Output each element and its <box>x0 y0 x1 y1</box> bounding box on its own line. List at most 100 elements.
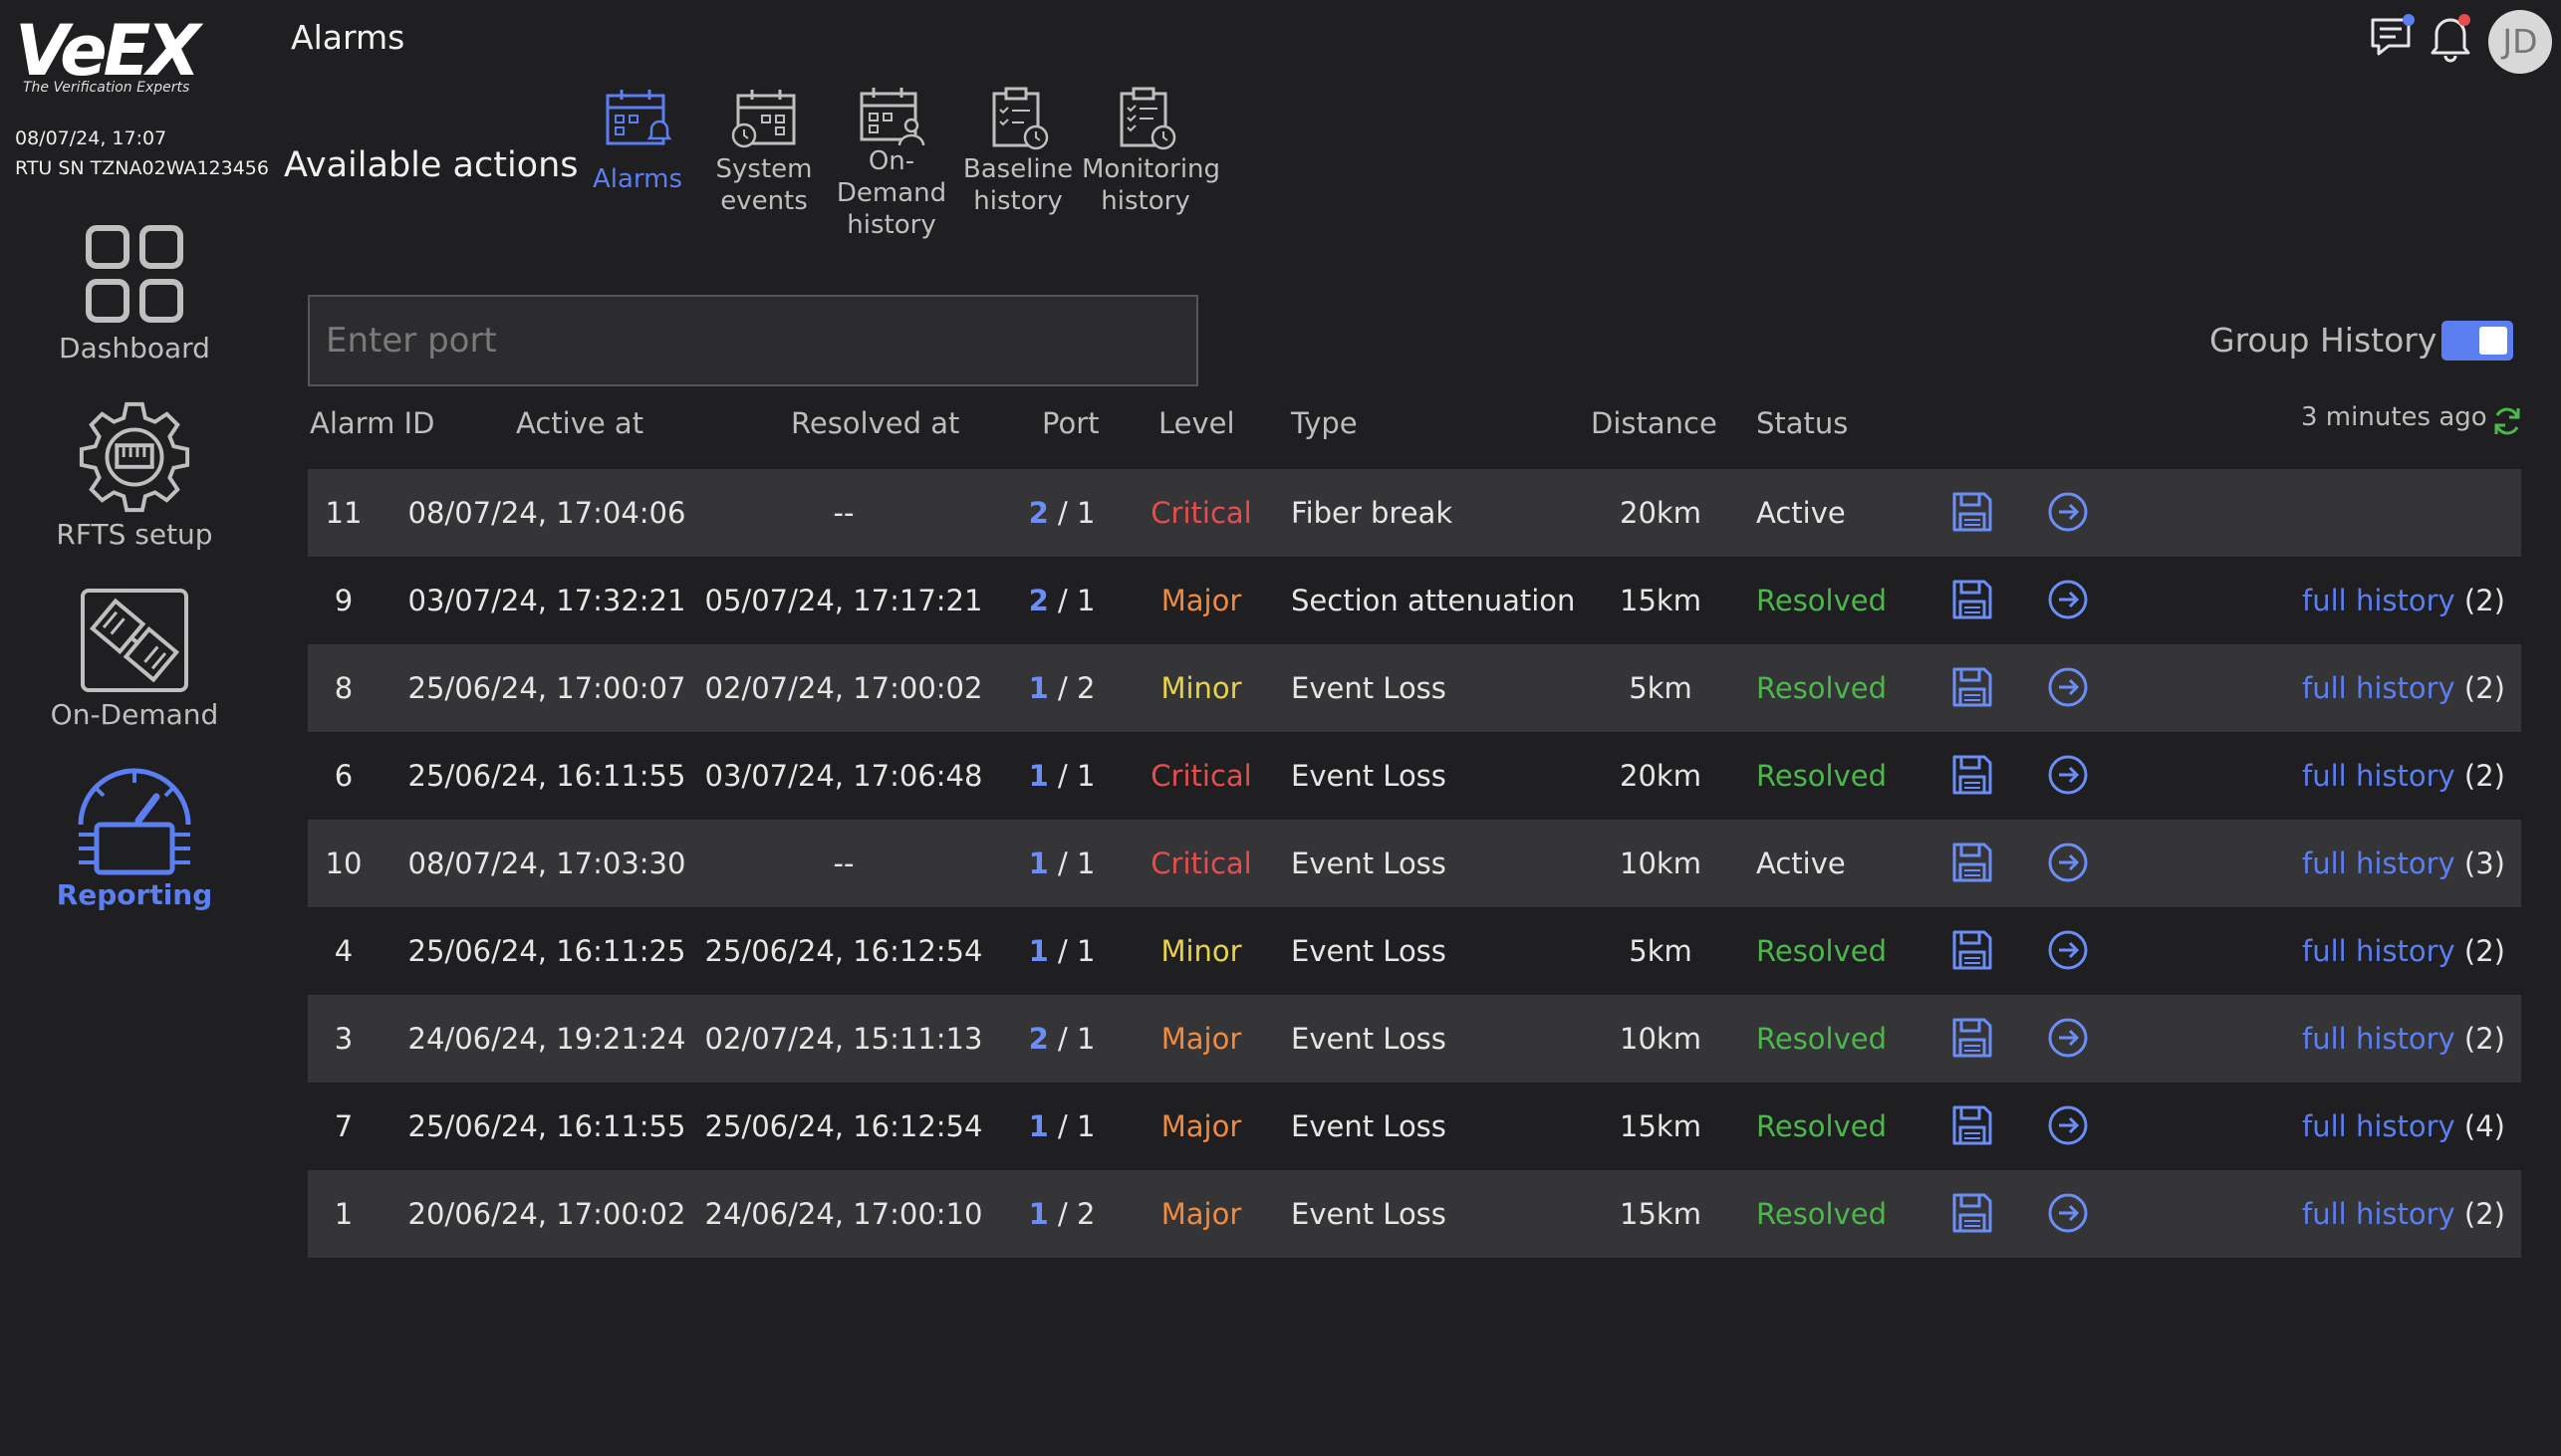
port-number[interactable]: 1 <box>1029 847 1049 880</box>
port-search-input[interactable] <box>308 295 1198 386</box>
full-history-link[interactable]: full history (2) <box>2302 995 2505 1083</box>
go-to-icon[interactable] <box>2047 491 2089 537</box>
action-label: Demand <box>836 178 947 208</box>
bell-icon[interactable] <box>2427 12 2474 64</box>
history-count: (2) <box>2463 1022 2505 1056</box>
go-to-icon[interactable] <box>2047 1104 2089 1150</box>
port-number[interactable]: 2 <box>1029 496 1049 530</box>
save-icon[interactable] <box>1951 754 1993 800</box>
sidebar-item-rfts-setup[interactable]: RFTS setup <box>0 398 269 551</box>
port-number[interactable]: 1 <box>1029 1197 1049 1231</box>
full-history-link[interactable]: full history (2) <box>2302 1170 2505 1258</box>
action-alarms[interactable]: Alarms <box>574 86 701 195</box>
action-label: System <box>715 154 813 184</box>
full-history-link[interactable]: full history (2) <box>2302 907 2505 995</box>
port: 1 / 2 <box>1015 1170 1109 1258</box>
col-active-at[interactable]: Active at <box>516 406 643 440</box>
port: 2 / 1 <box>1015 557 1109 644</box>
port-number[interactable]: 2 <box>1029 1022 1049 1056</box>
history-count: (3) <box>2463 847 2505 880</box>
distance: 15km <box>1620 584 1701 617</box>
port-slot: / 1 <box>1057 847 1096 880</box>
save-icon[interactable] <box>1951 929 1993 975</box>
level: Critical <box>1151 759 1252 793</box>
save-icon[interactable] <box>1951 842 1993 887</box>
table-row[interactable]: 3 24/06/24, 19:21:24 02/07/24, 15:11:13 2 /… <box>308 995 2521 1083</box>
full-history-label[interactable]: full history <box>2302 1197 2455 1231</box>
table-row[interactable]: 1 20/06/24, 17:00:02 24/06/24, 17:00:10 1 /… <box>308 1170 2521 1258</box>
full-history-label[interactable]: full history <box>2302 671 2455 705</box>
table-row[interactable]: 8 25/06/24, 17:00:07 02/07/24, 17:00:02 1 /… <box>308 644 2521 732</box>
go-to-icon[interactable] <box>2047 666 2089 712</box>
full-history-link[interactable]: full history (4) <box>2302 1083 2505 1170</box>
action-on-demand-history[interactable]: On- Demand history <box>828 86 955 241</box>
distance: 5km <box>1629 934 1692 968</box>
go-to-icon[interactable] <box>2047 842 2089 887</box>
action-label: events <box>720 186 808 216</box>
col-resolved-at[interactable]: Resolved at <box>791 406 959 440</box>
table-row[interactable]: 10 08/07/24, 17:03:30 -- 1 / 1 Critical Event… <box>308 820 2521 907</box>
calendar-bell-icon <box>606 90 672 145</box>
go-to-icon[interactable] <box>2047 929 2089 975</box>
port-number[interactable]: 1 <box>1029 759 1049 793</box>
full-history-label[interactable]: full history <box>2302 1022 2455 1056</box>
active-at: 08/07/24, 17:04:06 <box>407 496 686 530</box>
refresh-icon[interactable] <box>2490 404 2524 438</box>
full-history-label[interactable]: full history <box>2302 847 2455 880</box>
action-monitoring-history[interactable]: Monitoring history <box>1082 86 1221 217</box>
save-icon[interactable] <box>1951 1104 1993 1150</box>
status: Active <box>1756 847 1846 880</box>
col-type[interactable]: Type <box>1291 406 1358 440</box>
sidebar-item-on-demand[interactable]: On-Demand <box>0 583 269 731</box>
action-baseline-history[interactable]: Baseline history <box>954 86 1082 217</box>
full-history-label[interactable]: full history <box>2302 759 2455 793</box>
port-number[interactable]: 2 <box>1029 584 1049 617</box>
table-row[interactable]: 11 08/07/24, 17:04:06 -- 2 / 1 Critical Fiber… <box>308 469 2521 557</box>
save-icon[interactable] <box>1951 491 1993 537</box>
full-history-label[interactable]: full history <box>2302 1109 2455 1143</box>
full-history-link[interactable]: full history (2) <box>2302 557 2505 644</box>
full-history-label[interactable]: full history <box>2302 584 2455 617</box>
table-row[interactable]: 9 03/07/24, 17:32:21 05/07/24, 17:17:21 2 /… <box>308 557 2521 644</box>
gear-icon <box>79 401 190 513</box>
alarm-id: 7 <box>334 1109 354 1143</box>
col-port[interactable]: Port <box>1042 406 1100 440</box>
full-history-link[interactable]: full history (2) <box>2302 732 2505 820</box>
port-number[interactable]: 1 <box>1029 1109 1049 1143</box>
col-distance[interactable]: Distance <box>1591 406 1717 440</box>
col-alarm-id[interactable]: Alarm ID <box>310 406 434 440</box>
full-history-label[interactable]: full history <box>2302 934 2455 968</box>
port-slot: / 2 <box>1057 1197 1096 1231</box>
port-slot: / 1 <box>1057 1022 1096 1056</box>
action-system-events[interactable]: System events <box>700 86 828 217</box>
table-row[interactable]: 7 25/06/24, 16:11:55 25/06/24, 16:12:54 1 /… <box>308 1083 2521 1170</box>
active-at: 03/07/24, 17:32:21 <box>407 584 686 617</box>
go-to-icon[interactable] <box>2047 1017 2089 1063</box>
port-number[interactable]: 1 <box>1029 934 1049 968</box>
go-to-icon[interactable] <box>2047 1192 2089 1238</box>
save-icon[interactable] <box>1951 1192 1993 1238</box>
table-row[interactable]: 4 25/06/24, 16:11:25 25/06/24, 16:12:54 1 /… <box>308 907 2521 995</box>
available-actions-title: Available actions <box>284 145 579 185</box>
avatar[interactable]: JD <box>2488 10 2552 74</box>
full-history-link[interactable]: full history (2) <box>2302 644 2505 732</box>
sidebar-item-reporting[interactable]: Reporting <box>0 765 269 911</box>
port: 1 / 1 <box>1015 1083 1109 1170</box>
clipboard-clock-icon <box>1120 87 1176 150</box>
go-to-icon[interactable] <box>2047 754 2089 800</box>
chat-icon[interactable] <box>2369 12 2417 60</box>
save-icon[interactable] <box>1951 1017 1993 1063</box>
table-row[interactable]: 6 25/06/24, 16:11:55 03/07/24, 17:06:48 1 /… <box>308 732 2521 820</box>
sidebar-item-dashboard[interactable]: Dashboard <box>0 224 269 364</box>
group-history-toggle[interactable] <box>2441 321 2513 361</box>
go-to-icon[interactable] <box>2047 579 2089 624</box>
col-level[interactable]: Level <box>1158 406 1235 440</box>
full-history-link[interactable]: full history (3) <box>2302 820 2505 907</box>
save-icon[interactable] <box>1951 666 1993 712</box>
sidebar-item-label: RFTS setup <box>56 518 213 551</box>
alarm-type: Event Loss <box>1291 1197 1446 1231</box>
action-label: Monitoring <box>1082 154 1221 184</box>
col-status[interactable]: Status <box>1756 406 1848 440</box>
save-icon[interactable] <box>1951 579 1993 624</box>
port-number[interactable]: 1 <box>1029 671 1049 705</box>
